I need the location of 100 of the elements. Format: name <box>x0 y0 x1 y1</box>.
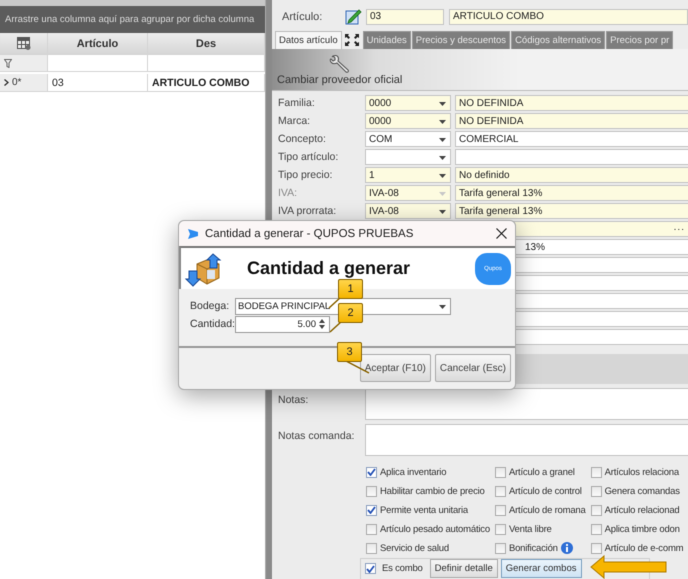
checkbox[interactable] <box>366 486 377 496</box>
checkbox[interactable] <box>590 542 602 554</box>
checkbox-label: Artículo de romana <box>508 504 586 516</box>
description-field[interactable]: ARTICULO COMBO <box>449 8 688 25</box>
edit-icon[interactable] <box>345 8 362 26</box>
dropdown-field[interactable]: 0000 <box>365 95 451 112</box>
checkmark-icon <box>366 564 375 573</box>
notes-field[interactable] <box>365 424 688 456</box>
arrow-icon <box>590 555 668 579</box>
table-cell: ARTICULO COMBO <box>148 74 265 92</box>
checkbox[interactable] <box>365 563 376 574</box>
field-label: Marca: <box>278 115 312 128</box>
field-label: Tipo artículo: <box>278 151 340 164</box>
checkbox-label: Artículo de control <box>508 486 582 496</box>
field-label: IVA: <box>278 187 298 200</box>
column-header[interactable]: Des <box>148 33 265 55</box>
field-label: Tipo precio: <box>278 169 334 182</box>
group-by-hint: Arrastre una columna aquí para agrupar por dicha columna <box>0 6 265 33</box>
dropdown-field[interactable]: 1 <box>365 167 451 184</box>
checkmark-icon <box>367 468 376 476</box>
checkbox-label: Genera comandas <box>604 486 680 496</box>
checkbox-label: Aplica inventario <box>380 466 446 478</box>
description-field[interactable]: No definido <box>455 167 688 184</box>
dialog-heading: Cantidad a generar <box>247 258 412 279</box>
close-icon[interactable] <box>496 228 507 239</box>
notes-field[interactable] <box>365 388 688 420</box>
leader-line <box>329 320 343 333</box>
dropdown-field[interactable] <box>365 149 451 166</box>
change-supplier-button[interactable]: Cambiar proveedor oficial <box>277 54 402 86</box>
dialog-title: Cantidad a generar - QUPOS PRUEBAS <box>205 228 414 240</box>
checkbox-label: Servicio de salud <box>380 542 449 554</box>
checkbox[interactable] <box>494 524 506 534</box>
checkbox-label: Permite venta unitaria <box>380 504 468 516</box>
dropdown-field[interactable]: COM <box>365 131 451 148</box>
row-indicator: 0* <box>12 77 22 88</box>
info-icon[interactable] <box>560 542 573 554</box>
filter-cell[interactable] <box>148 55 265 72</box>
caret-icon <box>439 304 446 308</box>
caret-icon <box>439 192 446 196</box>
description-field[interactable]: NO DEFINIDA <box>455 113 688 130</box>
checkbox-label: Artículo de e-comm <box>604 542 684 554</box>
description-field[interactable] <box>455 149 688 166</box>
field-label: Notas comanda: <box>278 428 356 444</box>
checkbox-label: Artículo relacionad <box>604 504 680 516</box>
button[interactable]: Generar combos <box>500 559 582 578</box>
checkbox-label: Artículo a granel <box>508 466 575 478</box>
field-label: Concepto: <box>278 133 327 146</box>
button[interactable]: Cancelar (Esc) <box>434 354 511 382</box>
callout-badge: 1 <box>338 279 363 299</box>
app-icon <box>187 228 199 240</box>
checkbox[interactable] <box>366 524 377 534</box>
field-label: Notas: <box>278 392 310 408</box>
chevron-icon <box>4 79 9 86</box>
checkbox[interactable] <box>366 542 377 554</box>
checkbox-label: Artículo pesado automático <box>380 524 490 534</box>
checkbox[interactable] <box>590 486 602 496</box>
checkbox-label: Es combo <box>382 563 423 574</box>
description-field[interactable]: NO DEFINIDA <box>455 95 688 112</box>
table-cell: 03 <box>48 74 148 92</box>
checkbox[interactable] <box>494 486 506 496</box>
description-field[interactable]: COMERCIAL <box>455 131 688 148</box>
checkbox[interactable] <box>494 542 506 554</box>
field-label: Artículo: <box>282 10 324 23</box>
checkbox-label: Venta libre <box>508 524 552 534</box>
column-header[interactable]: Artículo <box>48 33 148 55</box>
checkbox[interactable] <box>590 504 602 516</box>
description-field[interactable]: Tarifa general 13% <box>455 203 688 220</box>
button[interactable]: Aceptar (F10) <box>360 354 431 382</box>
button[interactable]: Definir detalle <box>430 559 498 578</box>
table-icon[interactable] <box>16 37 30 50</box>
field-label: IVA prorrata: <box>278 205 338 218</box>
caret-icon <box>439 210 446 214</box>
filter-cell[interactable] <box>48 55 148 72</box>
field-label: Bodega: <box>190 300 230 312</box>
spinner-icon[interactable] <box>319 319 325 329</box>
tab[interactable]: Datos artículo <box>275 30 342 50</box>
checkbox-label: Aplica timbre odon <box>604 524 680 534</box>
checkmark-icon <box>367 506 376 514</box>
number-field[interactable]: 5.00 <box>235 316 330 332</box>
field-label: Familia: <box>278 97 316 110</box>
more-button[interactable]: ... <box>674 222 685 234</box>
wrench-icon <box>328 54 351 74</box>
checkbox[interactable] <box>366 504 377 516</box>
checkbox[interactable] <box>366 466 377 478</box>
field-label: Cantidad: <box>190 318 235 330</box>
caret-icon <box>439 174 446 178</box>
caret-icon <box>439 102 446 106</box>
leader-line <box>328 296 342 309</box>
dropdown-field[interactable]: 0000 <box>365 113 451 130</box>
caret-icon <box>439 156 446 160</box>
dropdown-field[interactable]: IVA-08 <box>365 203 451 220</box>
checkbox[interactable] <box>494 504 506 516</box>
expand-icon[interactable] <box>344 34 359 46</box>
checkbox[interactable] <box>590 524 602 534</box>
checkbox[interactable] <box>494 466 506 478</box>
caret-icon <box>439 120 446 124</box>
filter-icon[interactable] <box>4 58 12 68</box>
callout-badge: 2 <box>338 303 363 323</box>
code-field[interactable]: 03 <box>366 8 444 25</box>
checkbox[interactable] <box>590 466 602 478</box>
